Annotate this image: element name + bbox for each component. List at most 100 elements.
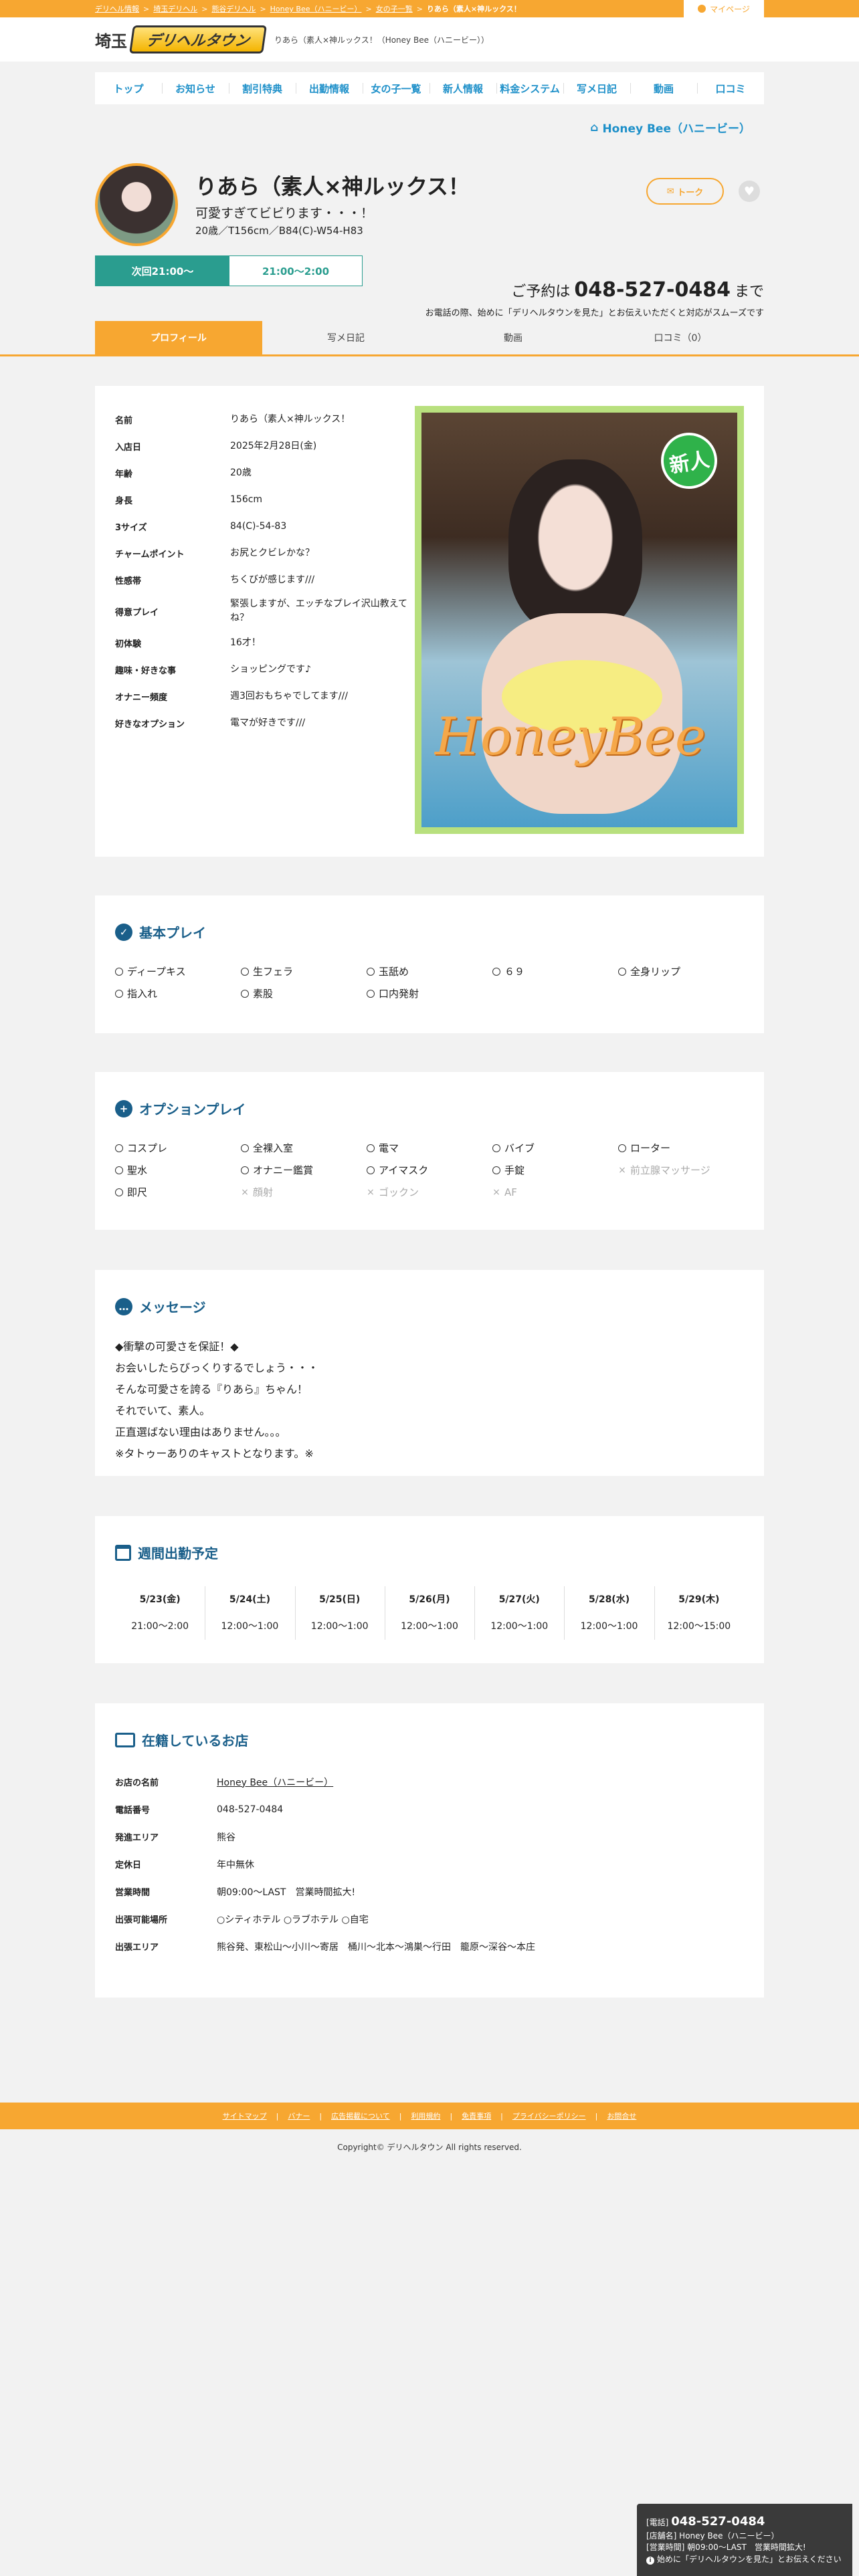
profile-row-value: お尻とクビレかな？	[230, 547, 314, 558]
info-icon: i	[646, 2556, 654, 2565]
play-item-label: AF	[504, 1186, 517, 1198]
shop-row-key: 出張可能場所	[115, 1915, 168, 1925]
unavailable-mark-icon: ×	[367, 1186, 375, 1198]
play-item: ディープキス	[115, 964, 241, 978]
profile-row-key: 名前	[115, 415, 133, 426]
profile-row-key: オナニー頻度	[115, 692, 168, 703]
heart-icon: ♥	[743, 184, 755, 199]
footer-link[interactable]: 広告掲載について	[331, 2111, 390, 2121]
home-icon: ⌂	[590, 120, 599, 134]
play-item: 口内発射	[367, 986, 492, 1000]
tab-item[interactable]: 写メ日記	[262, 321, 430, 354]
nav-item[interactable]: 新人情報	[430, 72, 496, 104]
shop-nav: トップ お知らせ 割引特典 出勤情報 女の子一覧 新人情報 料金システム 写メ日記 動画 口コミ	[95, 72, 764, 104]
play-item: 電マ	[367, 1141, 492, 1155]
breadcrumb-separator: >	[201, 4, 208, 13]
message-title-label: メッセージ	[139, 1299, 206, 1315]
mypage-button[interactable]: マイページ	[684, 0, 764, 17]
reserve-prefix: ご予約は	[511, 284, 571, 300]
nav-item[interactable]: 割引特典	[229, 72, 296, 104]
tab-item[interactable]: プロフィール	[95, 321, 262, 354]
profile-table: 名前 りあら（素人×神ルックス！ 入店日 2025年2月28日(金) 年齢 20歳 身長 15…	[115, 406, 419, 736]
breadcrumb-link[interactable]: 埼玉デリヘル	[153, 3, 197, 14]
available-mark-icon	[367, 1166, 375, 1174]
mypage-label: マイページ	[710, 4, 750, 14]
reserve-suffix: まで	[734, 284, 764, 300]
play-item: 聖水	[115, 1163, 241, 1177]
profile-row-value: 20歳	[230, 467, 252, 478]
profile-head: ⌂ Honey Bee（ハニービー） りあら（素人×神ルックス！ 可愛すぎてビビ…	[95, 104, 764, 286]
breadcrumb-current: りあら（素人×神ルックス！	[426, 5, 521, 13]
site-logo[interactable]: 埼玉 デリヘルタウン	[95, 25, 267, 53]
footer-link[interactable]: プライバシーポリシー	[512, 2111, 586, 2121]
nav-item[interactable]: 口コミ	[697, 72, 764, 104]
weekly-day: 5/28(水) 12:00〜1:00	[564, 1586, 654, 1640]
breadcrumb-link[interactable]: 熊谷デリヘル	[211, 3, 256, 14]
girl-spec: 20歳／T156cm／B84(C)-W54-H83	[195, 225, 363, 237]
breadcrumb-separator: >	[260, 4, 266, 13]
nav-item[interactable]: 料金システム	[496, 72, 563, 104]
reserve-tel[interactable]: 048-527-0484	[574, 278, 731, 302]
play-item-label: 即尺	[127, 1186, 148, 1198]
profile-row-key: 年齢	[115, 469, 133, 479]
shop-link[interactable]: ⌂ Honey Bee（ハニービー）	[590, 119, 751, 136]
tab-item[interactable]: 口コミ（0）	[597, 321, 764, 354]
photo-watermark: HoneyBee	[435, 707, 706, 767]
footer-link[interactable]: サイトマップ	[223, 2111, 267, 2121]
nav-item[interactable]: トップ	[95, 72, 162, 104]
play-item: バイブ	[492, 1141, 618, 1155]
profile-row-key: 初体験	[115, 639, 142, 649]
speech-bubble-icon: …	[115, 1297, 132, 1315]
tab-item[interactable]: 動画	[430, 321, 597, 354]
favorite-button[interactable]: ♥	[739, 181, 760, 202]
calendar-icon	[115, 1544, 131, 1561]
nav-item[interactable]: お知らせ	[162, 72, 229, 104]
available-mark-icon	[618, 1144, 626, 1152]
footer-link[interactable]: バナー	[288, 2111, 310, 2121]
breadcrumb-link[interactable]: Honey Bee（ハニービー）	[270, 3, 362, 14]
footer-link[interactable]: 免責事項	[462, 2111, 491, 2121]
talk-button[interactable]: ✉ トーク	[646, 178, 724, 205]
profile-row-value: りあら（素人×神ルックス！	[230, 413, 351, 425]
weekly-day-date: 5/23(金)	[139, 1594, 181, 1605]
message-line: お会いしたらびっくりするでしょう・・・	[115, 1362, 319, 1374]
nav-item[interactable]: 女の子一覧	[363, 72, 430, 104]
weekly-day: 5/23(金) 21:00〜2:00	[115, 1586, 205, 1640]
shop-row-key: 定休日	[115, 1860, 142, 1870]
float-tel[interactable]: 048-527-0484	[671, 2514, 765, 2529]
breadcrumb-link[interactable]: デリヘル情報	[95, 3, 139, 14]
play-item: オナニー鑑賞	[241, 1163, 367, 1177]
weekly-title: 週間出勤予定	[115, 1543, 744, 1562]
profile-row: 好きなオプション 電マが好きです///	[115, 710, 419, 736]
footer-link[interactable]: お問合せ	[607, 2111, 636, 2121]
breadcrumb-link[interactable]: 女の子一覧	[376, 3, 413, 14]
play-item-label: 電マ	[379, 1142, 399, 1154]
basic-play-card: ✓ 基本プレイ ディープキス 生フェラ 玉舐め ６９ 全身リップ 指入れ 素股 口内発射	[95, 895, 764, 1033]
shop-row-key: 出張エリア	[115, 1943, 159, 1953]
play-item: 手錠	[492, 1163, 618, 1177]
plus-icon: +	[115, 1099, 132, 1117]
logo-mark: デリヘルタウン	[129, 25, 267, 53]
play-item: × 前立腺マッサージ	[618, 1163, 744, 1177]
message-body: ◆衝撃の可愛さを保証！◆ お会いしたらびっくりするでしょう・・・ そんな可愛さを誇る…	[115, 1336, 744, 1465]
shop-row-value: 朝09:00〜LAST 営業時間拡大!	[217, 1887, 356, 1898]
main-photo[interactable]: HoneyBee 新人	[415, 406, 744, 834]
play-item: 指入れ	[115, 986, 241, 1000]
floating-call-box[interactable]: [電話] 048-527-0484 [店舗名] Honey Bee（ハニービー）…	[637, 2504, 852, 2576]
nav-item[interactable]: 写メ日記	[563, 72, 630, 104]
float-tel-label: [電話]	[646, 2518, 669, 2527]
site-header: 埼玉 デリヘルタウン りあら（素人×神ルックス！（Honey Bee（ハニービー…	[0, 17, 859, 62]
basic-play-title-label: 基本プレイ	[139, 925, 206, 941]
nav-item[interactable]: 出勤情報	[296, 72, 363, 104]
footer-link[interactable]: 利用規約	[411, 2111, 440, 2121]
shop-name-link[interactable]: Honey Bee（ハニービー）	[217, 1776, 333, 1789]
message-line: ◆衝撃の可愛さを保証！◆	[115, 1340, 239, 1353]
weekly-day-time: 12:00〜1:00	[221, 1621, 279, 1632]
check-icon: ✓	[115, 923, 132, 941]
unavailable-mark-icon: ×	[618, 1164, 626, 1176]
weekly-day-date: 5/24(土)	[229, 1594, 270, 1605]
message-title: … メッセージ	[115, 1297, 744, 1316]
nav-item[interactable]: 動画	[630, 72, 697, 104]
reserve-note: お電話の際、始めに「デリヘルタウンを見た」とお伝えいただくと対応がスムーズです	[425, 308, 764, 318]
shop-link-label: Honey Bee（ハニービー）	[602, 122, 751, 136]
